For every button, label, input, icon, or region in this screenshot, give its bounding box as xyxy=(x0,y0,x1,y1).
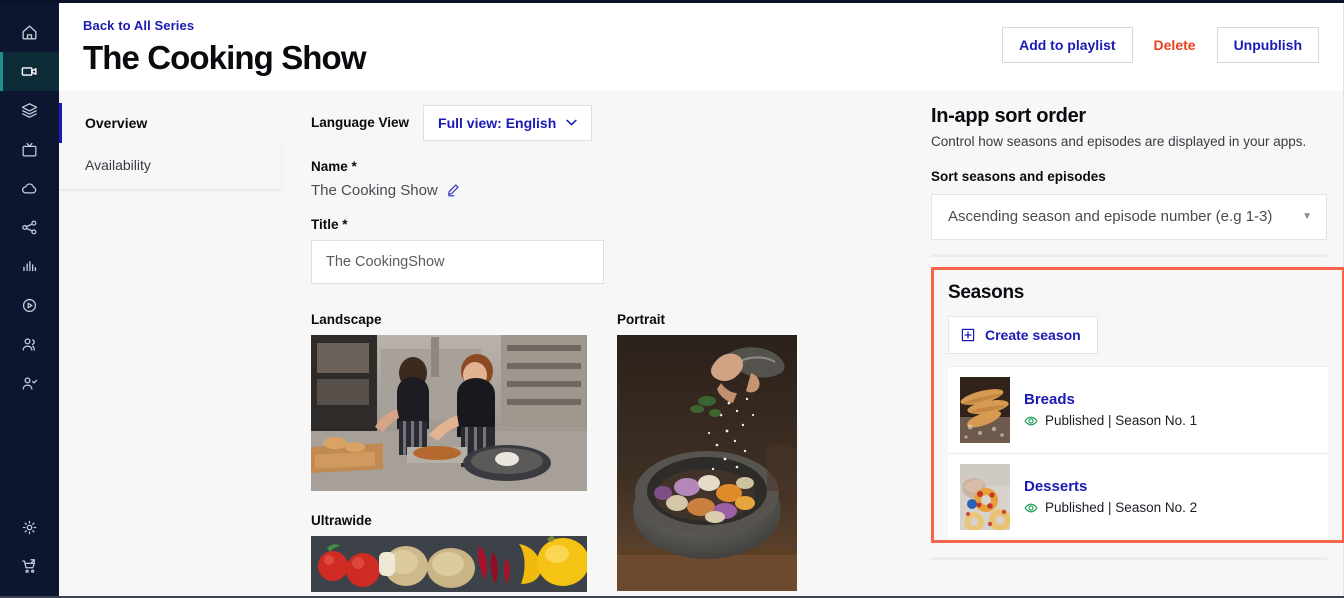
page-container: Back to All Series The Cooking Show Add … xyxy=(59,3,1344,598)
ultrawide-artwork-block: Ultrawide xyxy=(311,513,587,592)
season-thumbnail-desserts xyxy=(960,463,1010,530)
sidebar-item-layers[interactable] xyxy=(0,91,59,130)
layers-icon xyxy=(21,103,38,118)
cloud-icon xyxy=(22,183,37,194)
home-icon xyxy=(22,25,37,40)
language-view-value: Full view: English xyxy=(438,114,557,131)
landscape-label: Landscape xyxy=(311,311,382,327)
page-header: Back to All Series The Cooking Show Add … xyxy=(59,3,1343,91)
sidebar-item-users[interactable] xyxy=(0,325,59,364)
panel-divider-top xyxy=(931,253,1327,257)
eye-icon xyxy=(1024,416,1038,426)
eye-icon xyxy=(1024,503,1038,513)
users-icon xyxy=(22,338,35,351)
create-season-label: Create season xyxy=(985,326,1081,343)
name-value: The Cooking Show xyxy=(311,181,438,199)
sidebar-item-analytics[interactable] xyxy=(0,247,59,286)
season-info-breads: Breads Published | Season No. 1 xyxy=(1024,391,1197,428)
season-name-desserts[interactable]: Desserts xyxy=(1024,478,1197,495)
unpublish-button[interactable]: Unpublish xyxy=(1216,27,1319,63)
header-actions: Add to playlist Delete Unpublish xyxy=(1002,15,1319,63)
back-to-all-series-link[interactable]: Back to All Series xyxy=(83,18,194,33)
seasons-list: Breads Published | Season No. 1 Desserts… xyxy=(948,365,1328,540)
sidebar-item-video[interactable] xyxy=(0,52,59,91)
landscape-image[interactable] xyxy=(311,334,587,491)
seasons-title: Seasons xyxy=(948,281,1025,303)
panel-divider-bottom xyxy=(931,556,1327,560)
season-status-desserts: Published | Season No. 2 xyxy=(1045,500,1198,516)
plus-square-icon xyxy=(961,328,975,342)
season-row-desserts[interactable]: Desserts Published | Season No. 2 xyxy=(948,452,1328,540)
header-left: Back to All Series The Cooking Show xyxy=(83,15,366,77)
sidebar-item-store[interactable] xyxy=(0,547,59,586)
language-view-select[interactable]: Full view: English xyxy=(423,104,593,141)
chevron-down-icon xyxy=(566,120,577,126)
sidebar-item-user-check[interactable] xyxy=(0,364,59,403)
page-title: The Cooking Show xyxy=(83,39,366,76)
sort-field-label: Sort seasons and episodes xyxy=(931,168,1106,184)
ultrawide-image[interactable] xyxy=(311,535,587,592)
sidebar-item-settings[interactable] xyxy=(0,508,59,547)
season-status-breads: Published | Season No. 1 xyxy=(1045,413,1198,429)
sort-order-selected-value: Ascending season and episode number (e.g… xyxy=(948,208,1273,226)
caret-down-icon: ▼ xyxy=(1302,211,1312,223)
section-tabs: Overview Availability xyxy=(59,91,281,598)
season-info-desserts: Desserts Published | Season No. 2 xyxy=(1024,478,1197,515)
sidebar-item-home[interactable] xyxy=(0,13,59,52)
name-value-row: The Cooking Show xyxy=(311,182,893,199)
in-app-sort-order-title: In-app sort order xyxy=(931,104,1086,127)
ultrawide-label: Ultrawide xyxy=(311,512,372,528)
portrait-label: Portrait xyxy=(617,311,666,327)
portrait-artwork-block: Portrait xyxy=(617,312,797,592)
seasons-panel: Seasons Create season Breads Published |… xyxy=(931,266,1344,543)
tab-overview[interactable]: Overview xyxy=(59,102,281,143)
sort-order-select[interactable]: Ascending season and episode number (e.g… xyxy=(931,193,1327,240)
cart-icon xyxy=(22,559,35,573)
share-icon xyxy=(22,220,37,235)
season-meta-desserts: Published | Season No. 2 xyxy=(1024,500,1197,515)
name-label: Name * xyxy=(311,158,357,174)
language-view-row: Language View Full view: English xyxy=(311,104,893,141)
edit-pencil-icon[interactable] xyxy=(446,183,460,197)
user-check-icon xyxy=(22,377,38,390)
delete-button[interactable]: Delete xyxy=(1145,27,1205,63)
play-circle-icon xyxy=(22,298,37,313)
sidebar-item-player[interactable] xyxy=(0,286,59,325)
tab-availability-label: Availability xyxy=(85,156,151,173)
global-nav-rail xyxy=(0,3,59,598)
season-name-breads[interactable]: Breads xyxy=(1024,391,1197,408)
artwork-section: Landscape Ultrawide Portrait xyxy=(311,312,893,592)
page-content: Overview Availability Language View Full… xyxy=(59,90,1344,598)
rail-spacer xyxy=(0,403,59,508)
add-to-playlist-button[interactable]: Add to playlist xyxy=(1002,27,1133,63)
season-row-breads[interactable]: Breads Published | Season No. 1 xyxy=(948,365,1328,453)
right-panel: In-app sort order Control how seasons an… xyxy=(913,91,1344,598)
video-camera-icon xyxy=(21,67,37,76)
title-field: Title * xyxy=(311,217,893,284)
bar-chart-icon xyxy=(23,261,37,272)
sidebar-item-tv[interactable] xyxy=(0,130,59,169)
create-season-button[interactable]: Create season xyxy=(948,315,1098,354)
tab-overview-label: Overview xyxy=(85,114,148,131)
season-meta-breads: Published | Season No. 1 xyxy=(1024,413,1197,428)
gear-icon xyxy=(22,520,37,535)
tv-icon xyxy=(22,142,37,157)
app-window: Back to All Series The Cooking Show Add … xyxy=(0,0,1344,598)
language-view-label: Language View xyxy=(311,115,410,131)
sidebar-item-share[interactable] xyxy=(0,208,59,247)
portrait-image[interactable] xyxy=(617,334,797,591)
overview-form: Language View Full view: English Name * … xyxy=(281,91,913,598)
title-label: Title * xyxy=(311,216,348,232)
sidebar-item-cloud[interactable] xyxy=(0,169,59,208)
in-app-sort-order-description: Control how seasons and episodes are dis… xyxy=(931,133,1307,149)
title-input[interactable] xyxy=(311,239,604,284)
tab-availability[interactable]: Availability xyxy=(59,142,281,189)
season-thumbnail-breads xyxy=(960,376,1010,443)
landscape-artwork-block: Landscape Ultrawide xyxy=(311,312,587,592)
name-field: Name * The Cooking Show xyxy=(311,159,893,199)
